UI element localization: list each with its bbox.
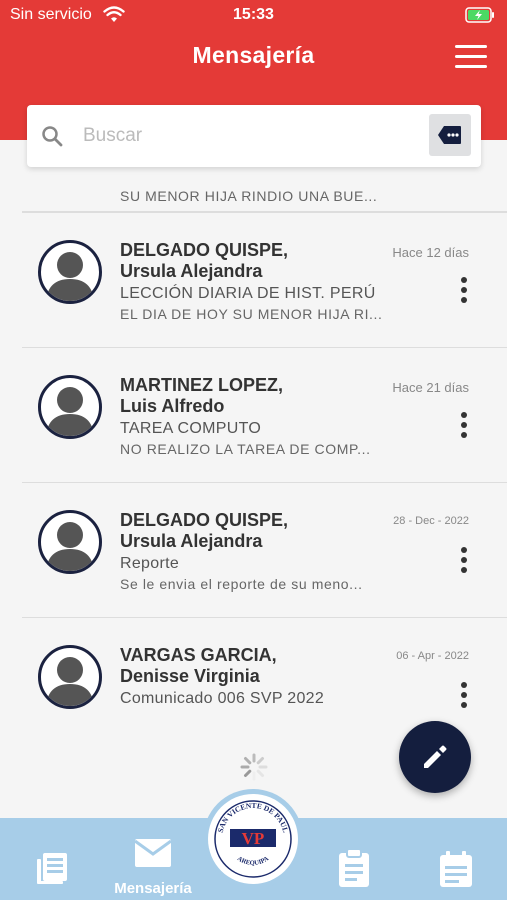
avatar [38,240,102,304]
message-subject: LECCIÓN DIARIA DE HIST. PERÚ [120,285,376,302]
page-title: Mensajería [192,42,315,68]
message-subject: TAREA COMPUTO [120,420,262,437]
message-date: 06 - Apr - 2022 [396,650,469,662]
more-options-icon[interactable] [461,547,467,573]
logo-bottom-text: AREQUIPA [236,855,270,867]
message-preview: NO REALIZO LA TAREA DE COMP... [120,441,371,457]
message-date: Hace 21 días [392,380,469,395]
search-input[interactable] [83,121,413,151]
more-options-icon[interactable] [461,277,467,303]
school-logo: SAN VICENTE DE PAUL VP AREQUIPA [208,794,298,884]
message-preview: EL DIA DE HOY SU MENOR HIJA RI... [120,306,383,322]
message-item[interactable]: MARTINEZ LOPEZ, Luis Alfredo TAREA COMPU… [22,347,507,482]
nav-label-messages: Mensajería [114,880,192,897]
battery-charging-icon [465,7,494,23]
message-subject: Reporte [120,555,180,572]
calendar-icon [440,851,472,887]
message-item[interactable]: DELGADO QUISPE, Ursula Alejandra LECCIÓN… [22,212,507,347]
mail-icon [134,839,172,867]
message-subject: Comunicado 006 SVP 2022 [120,690,325,707]
avatar [38,645,102,709]
nav-item-calendar[interactable] [436,818,476,900]
nav-item-messages[interactable]: Mensajería [103,818,203,900]
status-bar: Sin servicio 15:33 [0,0,507,30]
clock: 15:33 [233,6,274,23]
sender-last-name: MARTINEZ LOPEZ, [120,375,283,395]
message-preview: SU MENOR HIJA RINDIO UNA BUE... [120,188,378,204]
school-logo-button[interactable]: SAN VICENTE DE PAUL VP AREQUIPA [203,789,303,889]
search-icon [42,126,63,147]
svg-text:AREQUIPA: AREQUIPA [236,855,270,867]
logo-initials: VP [242,829,265,848]
search-bar [27,105,481,167]
nav-item-assignments[interactable] [335,818,375,900]
sender-first-name: Ursula Alejandra [120,531,263,551]
message-preview: Se le envia el reporte de su meno... [120,576,363,592]
label-filter-button[interactable] [429,114,471,156]
avatar [38,510,102,574]
sender-first-name: Luis Alfredo [120,396,225,416]
label-icon [438,126,461,144]
hamburger-menu-icon[interactable] [455,45,487,69]
newspaper-icon [37,853,67,884]
sender-last-name: DELGADO QUISPE, [120,510,289,530]
message-date: 28 - Dec - 2022 [393,515,469,527]
sender-first-name: Ursula Alejandra [120,261,263,281]
sender-first-name: Denisse Virginia [120,666,260,686]
sender-last-name: DELGADO QUISPE, [120,240,289,260]
more-options-icon[interactable] [461,682,467,708]
sender-last-name: VARGAS GARCIA, [120,645,277,665]
loading-spinner-icon [240,753,268,781]
more-options-icon[interactable] [461,412,467,438]
message-item[interactable]: DELGADO QUISPE, Ursula Alejandra Reporte… [22,482,507,617]
pencil-icon [424,745,447,768]
clipboard-icon [339,848,369,887]
nav-item-news[interactable] [30,818,75,900]
avatar [38,375,102,439]
compose-button[interactable] [399,721,471,793]
message-date: Hace 12 días [392,245,469,260]
